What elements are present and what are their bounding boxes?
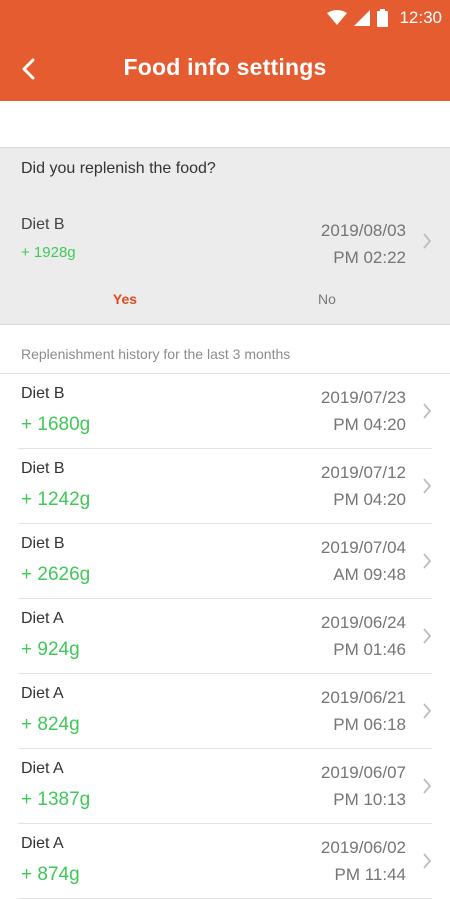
- item-time: PM 11:44: [334, 865, 406, 884]
- item-datetime: 2019/07/04 AM 09:48: [321, 534, 406, 588]
- yes-button[interactable]: Yes: [90, 291, 160, 307]
- chevron-right-icon: [423, 853, 432, 869]
- item-amount: + 1387g: [21, 789, 91, 810]
- entry-amount: + 1928g: [21, 244, 76, 261]
- item-amount: + 874g: [21, 864, 80, 885]
- item-date: 2019/06/07: [320, 763, 406, 782]
- item-name: Diet A: [21, 835, 64, 852]
- chevron-right-icon: [423, 233, 432, 249]
- chevron-right-icon: [423, 553, 432, 569]
- item-time: PM 04:20: [333, 415, 406, 434]
- item-datetime: 2019/06/07 PM 10:13: [321, 759, 406, 813]
- no-button[interactable]: No: [292, 291, 362, 307]
- item-amount: + 2626g: [21, 564, 91, 585]
- item-name: Diet B: [21, 535, 65, 552]
- item-datetime: 2019/07/12 PM 04:20: [321, 459, 406, 513]
- item-time: PM 01:46: [333, 640, 406, 659]
- history-item[interactable]: Diet A + 824g 2019/06/21 PM 06:18: [0, 674, 450, 749]
- chevron-right-icon: [423, 403, 432, 419]
- item-date: 2019/06/02: [320, 838, 406, 857]
- history-item[interactable]: Diet A + 924g 2019/06/24 PM 01:46: [0, 599, 450, 674]
- item-date: 2019/06/21: [320, 688, 406, 707]
- chevron-right-icon: [423, 478, 432, 494]
- entry-datetime: 2019/08/03 PM 02:22: [321, 217, 406, 271]
- item-amount: + 924g: [21, 639, 80, 660]
- history-item[interactable]: Diet B + 1242g 2019/07/12 PM 04:20: [0, 449, 450, 524]
- question-text: Did you replenish the food?: [21, 160, 216, 177]
- item-name: Diet B: [21, 460, 65, 477]
- item-time: PM 10:13: [333, 790, 406, 809]
- item-date: 2019/06/24: [320, 613, 406, 632]
- entry-time: PM 02:22: [333, 248, 406, 267]
- history-item[interactable]: Diet B + 2626g 2019/07/04 AM 09:48: [0, 524, 450, 599]
- item-datetime: 2019/07/23 PM 04:20: [321, 384, 406, 438]
- item-time: AM 09:48: [333, 565, 406, 584]
- current-replenish-entry[interactable]: Diet B + 1928g 2019/08/03 PM 02:22: [0, 204, 450, 274]
- status-time: 12:30: [399, 8, 442, 27]
- item-date: 2019/07/23: [320, 388, 406, 407]
- replenish-question-panel: Did you replenish the food? Diet B + 192…: [0, 147, 450, 325]
- status-bar: 12:30: [0, 0, 450, 36]
- history-item[interactable]: Diet B + 1680g 2019/07/23 PM 04:20: [0, 374, 450, 449]
- item-name: Diet A: [21, 685, 64, 702]
- chevron-right-icon: [423, 703, 432, 719]
- item-time: PM 04:20: [333, 490, 406, 509]
- battery-icon: [377, 9, 389, 27]
- entry-date: 2019/08/03: [320, 221, 406, 240]
- item-amount: + 1680g: [21, 414, 91, 435]
- entry-name: Diet B: [21, 216, 65, 233]
- item-amount: + 1242g: [21, 489, 91, 510]
- app-header: 12:30 Food info settings: [0, 0, 450, 101]
- history-item[interactable]: Diet A + 1387g 2019/06/07 PM 10:13: [0, 749, 450, 824]
- item-time: PM 06:18: [333, 715, 406, 734]
- item-name: Diet B: [21, 385, 65, 402]
- history-caption: Replenishment history for the last 3 mon…: [21, 346, 291, 362]
- page-title: Food info settings: [123, 54, 327, 80]
- item-amount: + 824g: [21, 714, 80, 735]
- item-name: Diet A: [21, 610, 64, 627]
- item-datetime: 2019/06/21 PM 06:18: [321, 684, 406, 738]
- item-datetime: 2019/06/24 PM 01:46: [321, 609, 406, 663]
- item-datetime: 2019/06/02 PM 11:44: [321, 834, 406, 888]
- item-name: Diet A: [21, 760, 64, 777]
- chevron-right-icon: [423, 628, 432, 644]
- signal-icon: [354, 10, 371, 26]
- history-item[interactable]: Diet A + 874g 2019/06/02 PM 11:44: [0, 824, 450, 899]
- history-list: Diet B + 1680g 2019/07/23 PM 04:20 Diet …: [0, 373, 450, 899]
- status-icons: 12:30: [327, 7, 442, 29]
- chevron-right-icon: [423, 778, 432, 794]
- item-date: 2019/07/12: [320, 463, 406, 482]
- item-date: 2019/07/04: [320, 538, 406, 557]
- wifi-icon: [327, 10, 348, 25]
